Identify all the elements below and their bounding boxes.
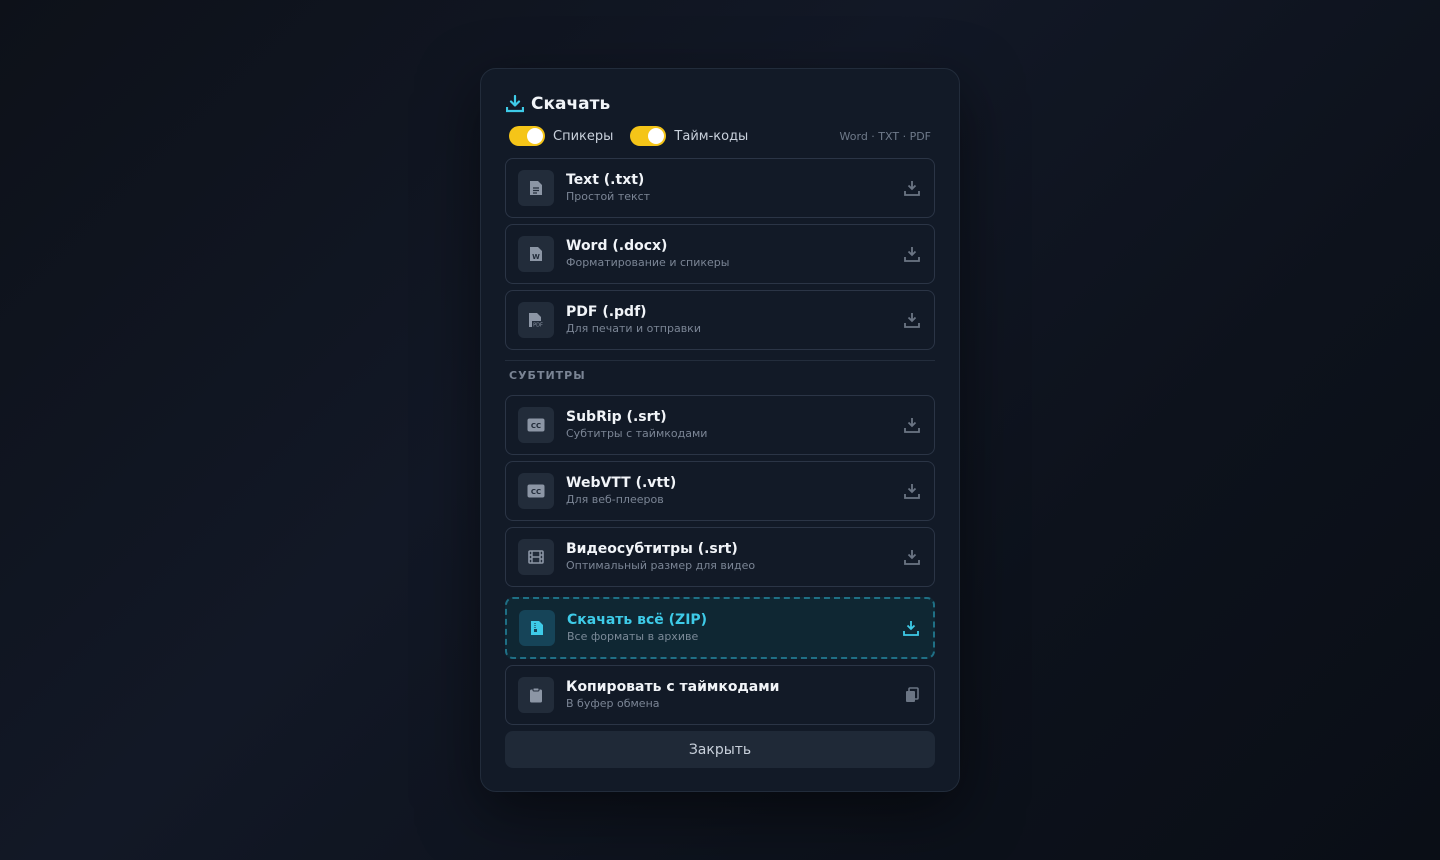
svg-text:PDF: PDF (533, 323, 543, 329)
speakers-toggle-label: Спикеры (553, 128, 614, 144)
film-icon (518, 539, 554, 575)
option-desc: Субтитры с таймкодами (566, 427, 708, 440)
download-icon[interactable] (902, 481, 922, 501)
timecodes-toggle[interactable]: Тайм-коды (630, 126, 748, 146)
timecodes-toggle-label: Тайм-коды (674, 128, 749, 144)
option-name: WebVTT (.vtt) (566, 475, 677, 491)
download-icon[interactable] (902, 244, 922, 264)
download-icon[interactable] (902, 178, 922, 198)
dialog-title: Скачать (531, 94, 611, 114)
option-name: Копировать с таймкодами (566, 679, 780, 695)
subtitles-section-title: СУБТИТРЫ (509, 369, 586, 382)
option-name: Видеосубтитры (.srt) (566, 541, 738, 557)
speakers-switch[interactable] (509, 126, 545, 146)
download-srt-option[interactable]: CC SubRip (.srt) Субтитры с таймкодами (505, 395, 935, 455)
zip-file-icon (519, 610, 555, 646)
option-desc: Оптимальный размер для видео (566, 559, 756, 572)
download-dialog: Скачать Спикеры Тайм-коды Word · TXT · P… (480, 68, 960, 792)
download-icon (505, 94, 525, 114)
option-desc: В буфер обмена (566, 697, 660, 710)
option-name: Text (.txt) (566, 172, 645, 188)
timecodes-switch[interactable] (630, 126, 667, 146)
download-icon[interactable] (902, 547, 922, 567)
download-icon[interactable] (901, 618, 921, 638)
speakers-toggle[interactable]: Спикеры (509, 126, 613, 146)
formats-hint: Word · TXT · PDF (839, 129, 931, 143)
option-name: Word (.docx) (566, 238, 668, 254)
download-video-srt-option[interactable]: Видеосубтитры (.srt) Оптимальный размер … (505, 527, 935, 587)
svg-text:CC: CC (531, 422, 541, 430)
option-name: PDF (.pdf) (566, 304, 647, 320)
download-vtt-option[interactable]: CC WebVTT (.vtt) Для веб-плееров (505, 461, 935, 521)
pdf-file-icon: PDF (518, 302, 554, 338)
section-divider (505, 360, 935, 361)
download-pdf-option[interactable]: PDF PDF (.pdf) Для печати и отправки (505, 290, 935, 350)
dialog-header: Скачать (505, 93, 935, 115)
download-icon[interactable] (902, 310, 922, 330)
option-name: Скачать всё (ZIP) (567, 612, 708, 628)
options-row: Спикеры Тайм-коды Word · TXT · PDF (505, 125, 935, 147)
svg-text:W: W (532, 253, 540, 261)
download-txt-option[interactable]: Text (.txt) Простой текст (505, 158, 935, 218)
option-desc: Для печати и отправки (566, 322, 701, 335)
download-all-zip-option[interactable]: Скачать всё (ZIP) Все форматы в архиве (505, 597, 935, 659)
cc-icon: CC (518, 473, 554, 509)
svg-text:CC: CC (531, 488, 541, 496)
close-button[interactable]: Закрыть (505, 731, 935, 768)
option-desc: Простой текст (566, 190, 651, 203)
copy-icon[interactable] (902, 685, 922, 705)
option-name: SubRip (.srt) (566, 409, 667, 425)
text-file-icon (518, 170, 554, 206)
download-docx-option[interactable]: W Word (.docx) Форматирование и спикеры (505, 224, 935, 284)
cc-icon: CC (518, 407, 554, 443)
word-file-icon: W (518, 236, 554, 272)
copy-with-timecodes-option[interactable]: Копировать с таймкодами В буфер обмена (505, 665, 935, 725)
clipboard-icon (518, 677, 554, 713)
option-desc: Форматирование и спикеры (566, 256, 730, 269)
option-desc: Все форматы в архиве (567, 630, 699, 643)
option-desc: Для веб-плееров (566, 493, 664, 506)
download-icon[interactable] (902, 415, 922, 435)
